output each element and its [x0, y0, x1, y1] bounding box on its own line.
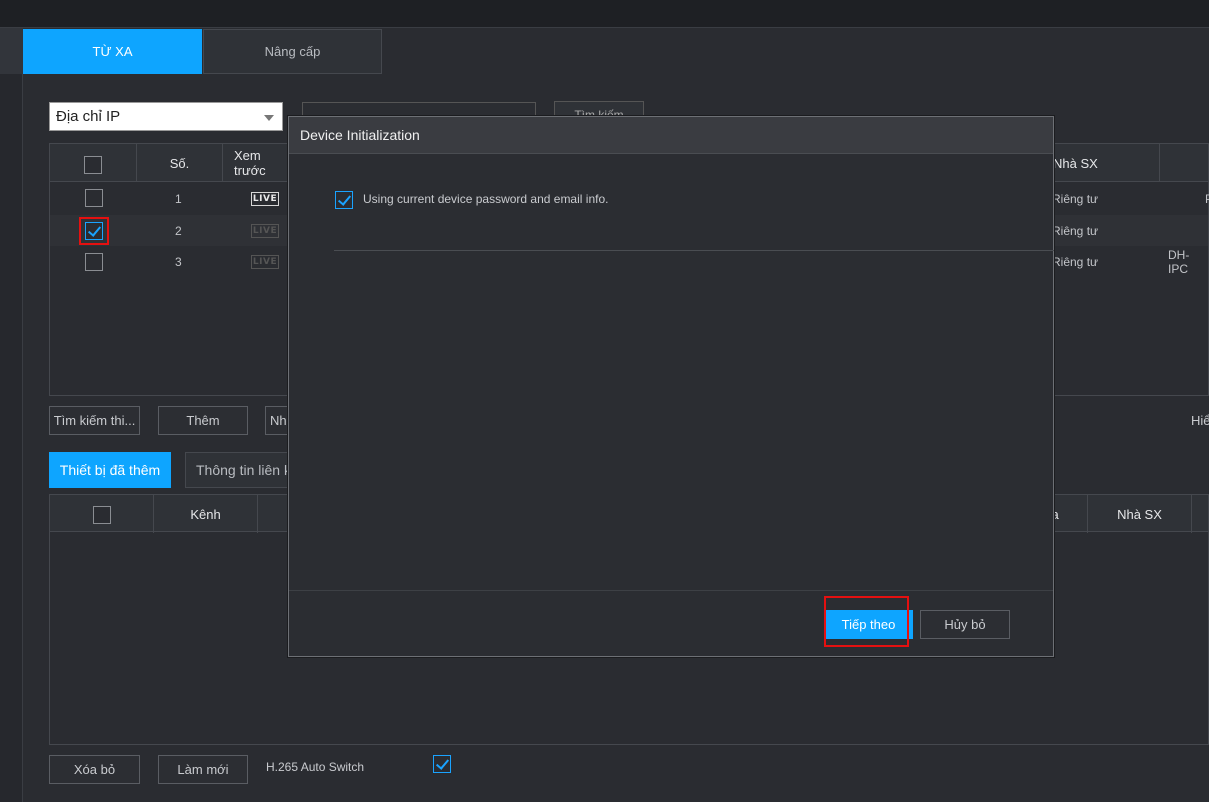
header-preview[interactable]: Xem trước [223, 144, 293, 182]
live-icon[interactable]: LIVE [251, 224, 279, 238]
chevron-down-icon [264, 115, 274, 121]
select-all-checkbox[interactable] [84, 156, 102, 174]
header-manufacturer[interactable]: Nhà SX [1088, 495, 1192, 533]
cancel-button[interactable]: Hủy bỏ [920, 610, 1010, 639]
device-search-button[interactable]: Tìm kiếm thi... [49, 406, 140, 435]
row-no: 1 [175, 191, 182, 206]
header-channel[interactable]: Kênh [154, 495, 258, 533]
top-bar [0, 0, 1209, 28]
highlight-row-checkbox [79, 217, 109, 245]
tab-added-devices[interactable]: Thiết bị đã thêm [49, 452, 171, 488]
tab-link-info[interactable]: Thông tin liên kết [185, 452, 305, 488]
live-icon[interactable]: LIVE [251, 255, 279, 269]
use-current-password-label: Using current device password and email … [363, 192, 609, 206]
tab-upgrade[interactable]: Nâng cấp [203, 29, 382, 74]
dialog-divider [334, 250, 1054, 251]
delete-button[interactable]: Xóa bỏ [49, 755, 140, 784]
search-filter-select[interactable]: Địa chỉ IP [49, 102, 283, 131]
row-checkbox[interactable] [85, 189, 103, 207]
row-extra: P [1205, 183, 1209, 214]
select-all-checkbox[interactable] [93, 506, 111, 524]
sidebar-nub[interactable] [0, 28, 23, 74]
dialog-footer-divider [289, 590, 1053, 591]
row-manufacturer: Riêng tư [1052, 191, 1099, 206]
row-extra: DH-IPC [1168, 247, 1190, 276]
show-label: Hiển [1191, 413, 1209, 428]
add-button[interactable]: Thêm [158, 406, 248, 435]
left-sidebar-strip [0, 28, 23, 802]
dialog-title: Device Initialization [289, 117, 1053, 154]
row-manufacturer: Riêng tư [1052, 254, 1099, 269]
header-select-all-cell [50, 144, 137, 182]
row-no: 3 [175, 254, 182, 269]
header-manufacturer[interactable]: Nhà SX [1053, 144, 1160, 182]
highlight-next-button [824, 596, 909, 647]
tab-remote[interactable]: TỪ XA [23, 29, 202, 74]
row-checkbox[interactable] [85, 253, 103, 271]
search-filter-value: Địa chỉ IP [56, 108, 121, 125]
h265-label: H.265 Auto Switch [266, 760, 365, 774]
refresh-button[interactable]: Làm mới [158, 755, 248, 784]
row-no: 2 [175, 223, 182, 238]
h265-checkbox[interactable] [433, 755, 451, 773]
header-select-all-cell [50, 495, 154, 533]
use-current-password-checkbox[interactable] [335, 191, 353, 209]
header-no[interactable]: Số. [137, 144, 223, 182]
live-icon[interactable]: LIVE [251, 192, 279, 206]
device-initialization-dialog: Device Initialization Using current devi… [288, 116, 1054, 657]
row-manufacturer: Riêng tư [1052, 223, 1099, 238]
